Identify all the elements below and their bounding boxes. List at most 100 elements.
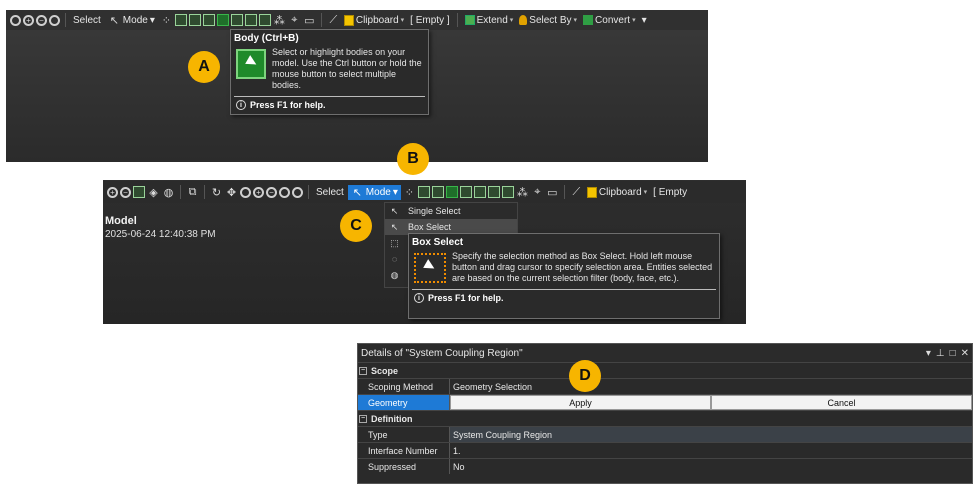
divider: [234, 96, 425, 97]
chevron-down-icon[interactable]: ▾: [926, 348, 931, 359]
apply-button[interactable]: Apply: [450, 395, 711, 410]
select-element-body-icon[interactable]: [501, 186, 514, 198]
select-element-body-icon[interactable]: [258, 14, 271, 26]
select-element-face-icon[interactable]: [230, 14, 243, 26]
collapse-icon[interactable]: −: [359, 366, 367, 375]
zoom-box-icon[interactable]: [279, 186, 290, 198]
property-row-geometry[interactable]: Geometry Apply Cancel: [358, 394, 972, 410]
box-volume-select-icon: ⬚: [390, 237, 399, 248]
copy-view-icon[interactable]: ⧉: [186, 186, 199, 199]
wireframe-icon[interactable]: ◍: [162, 186, 175, 199]
model-date: 2025-06-24 12:40:38 PM: [105, 229, 216, 240]
property-row[interactable]: Scoping Method Geometry Selection: [358, 378, 972, 394]
chart-icon[interactable]: ⟋: [570, 186, 583, 199]
zoom-all-icon[interactable]: [292, 186, 303, 198]
select-element-face-icon[interactable]: [473, 186, 486, 198]
property-row[interactable]: Suppressed No: [358, 458, 972, 474]
maximize-icon[interactable]: □: [950, 348, 956, 359]
property-value[interactable]: 1.: [450, 443, 972, 458]
menu-item-label: Box Select: [408, 222, 452, 232]
close-icon[interactable]: ✕: [961, 348, 969, 359]
separator: [65, 13, 66, 27]
label-icon[interactable]: ▭: [303, 14, 316, 27]
property-key: Type: [358, 427, 450, 442]
select-by-label: Select By: [529, 14, 572, 26]
select-face-icon[interactable]: [188, 14, 201, 26]
body-tooltip: Body (Ctrl+B) Select or highlight bodies…: [230, 29, 429, 115]
label-icon[interactable]: ▭: [546, 186, 559, 199]
group-header-scope[interactable]: − Scope: [358, 362, 972, 378]
mode-dropdown[interactable]: ↖ Mode ▾: [347, 184, 401, 200]
tooltip-text: Specify the selection method as Box Sele…: [452, 251, 713, 283]
select-edge-icon[interactable]: [417, 186, 430, 198]
mode-label: Mode: [122, 14, 148, 26]
view-cube-icon[interactable]: [133, 186, 145, 198]
tooltip-title: Box Select: [412, 237, 464, 248]
mode-label: Mode: [365, 186, 391, 198]
property-value[interactable]: System Coupling Region: [450, 427, 972, 442]
toolbar-overflow-icon[interactable]: ▾: [640, 15, 649, 26]
zoom-fit-icon[interactable]: [10, 14, 21, 26]
cancel-button[interactable]: Cancel: [711, 395, 972, 410]
zoom-out-icon[interactable]: −: [120, 186, 131, 198]
rotate-icon[interactable]: ↻: [210, 186, 223, 199]
separator: [456, 13, 458, 27]
zoom-in-icon[interactable]: +: [23, 14, 34, 26]
property-value[interactable]: Geometry Selection: [450, 379, 972, 394]
zoom-box-icon[interactable]: [49, 14, 60, 26]
convert-dropdown[interactable]: Convert ▾: [581, 15, 638, 26]
shaded-view-icon[interactable]: ◈: [147, 186, 160, 199]
zoom-in-icon[interactable]: +: [107, 186, 118, 198]
callout-badge-a: A: [188, 51, 220, 83]
pin-icon[interactable]: ⊥: [936, 348, 945, 359]
group-definition: − Definition: [358, 411, 413, 426]
info-icon: i: [236, 100, 246, 110]
property-key: Suppressed: [358, 459, 450, 474]
select-face-icon[interactable]: [431, 186, 444, 198]
property-row[interactable]: Type System Coupling Region: [358, 426, 972, 442]
chevron-down-icon: ▾: [400, 17, 405, 24]
select-vertex-icon[interactable]: ⁘: [403, 186, 416, 199]
clipboard-dropdown[interactable]: Clipboard ▾: [585, 186, 649, 198]
select-element-icon[interactable]: [487, 186, 500, 198]
select-by-dropdown[interactable]: Select By ▾: [517, 15, 579, 26]
clipboard-dropdown[interactable]: Clipboard ▾: [342, 14, 406, 26]
menu-item-single-select[interactable]: ↖ Single Select: [385, 203, 517, 219]
extend-icon: [464, 15, 475, 25]
zoom-fit-icon[interactable]: [240, 186, 251, 198]
property-row[interactable]: Interface Number 1.: [358, 442, 972, 458]
tooltip-help: i Press F1 for help.: [231, 100, 428, 110]
mode-dropdown[interactable]: ↖ Mode ▾: [105, 13, 158, 28]
help-text: Press F1 for help.: [428, 293, 504, 303]
select-vertex-icon[interactable]: ⁘: [160, 14, 173, 27]
select-body-icon[interactable]: [445, 186, 458, 198]
clipboard-label: Clipboard: [598, 186, 642, 198]
group-header-definition[interactable]: − Definition: [358, 410, 972, 426]
tooltip-title: Body (Ctrl+B): [234, 33, 299, 44]
help-text: Press F1 for help.: [250, 100, 326, 110]
coordinate-icon[interactable]: ⌖: [288, 14, 301, 27]
convert-icon: [583, 15, 594, 25]
property-value[interactable]: No: [450, 459, 972, 474]
chart-icon[interactable]: ⟋: [327, 14, 340, 27]
chevron-down-icon: ▾: [632, 17, 636, 24]
zoom-in-icon[interactable]: +: [253, 186, 264, 198]
select-mesh-icon[interactable]: ⁂: [273, 14, 286, 27]
pan-icon[interactable]: ✥: [225, 186, 238, 199]
box-select-icon: [414, 253, 446, 283]
select-node-icon[interactable]: [202, 14, 215, 26]
select-node-icon[interactable]: [459, 186, 472, 198]
select-edge-icon[interactable]: [174, 14, 187, 26]
zoom-out-icon[interactable]: −: [266, 186, 277, 198]
zoom-out-icon[interactable]: −: [36, 14, 47, 26]
box-select-tooltip: Box Select Specify the selection method …: [408, 233, 720, 319]
select-mesh-icon[interactable]: ⁂: [516, 186, 529, 199]
extend-dropdown[interactable]: Extend ▾: [463, 15, 516, 26]
callout-badge-c: C: [340, 210, 372, 242]
collapse-icon[interactable]: −: [359, 414, 367, 423]
select-element-icon[interactable]: [244, 14, 257, 26]
tooltip-text: Select or highlight bodies on your model…: [272, 47, 422, 90]
coordinate-icon[interactable]: ⌖: [531, 186, 544, 199]
select-body-icon[interactable]: [216, 14, 229, 26]
tooltip-body: Select or highlight bodies on your model…: [231, 44, 428, 91]
